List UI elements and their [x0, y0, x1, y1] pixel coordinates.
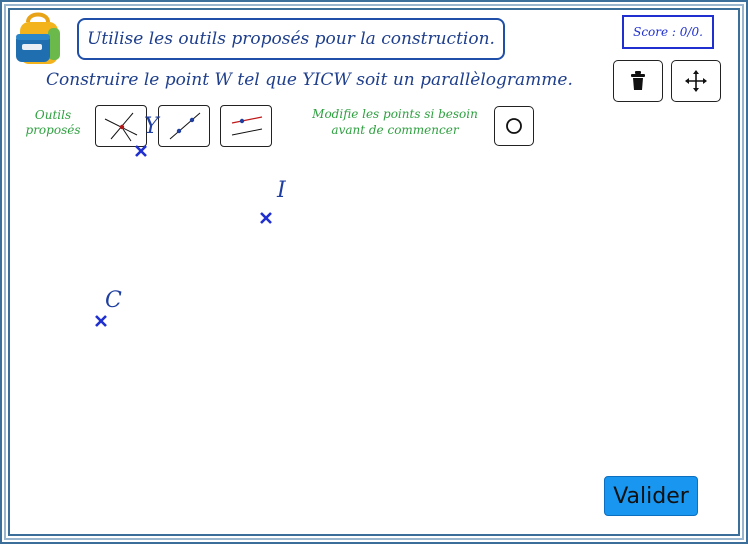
intersection-tool-button[interactable] — [95, 105, 147, 147]
modify-hint-line1: Modifie les points si besoin — [312, 107, 478, 121]
parallel-tool-button[interactable] — [220, 105, 272, 147]
line-two-points-icon — [169, 112, 201, 140]
tools-label-line1: Outils — [34, 108, 72, 122]
modify-points-button[interactable] — [494, 106, 534, 146]
score-text: Score : 0/0. — [633, 25, 703, 39]
point-y-marker[interactable] — [133, 143, 149, 159]
task-statement: Construire le point W tel que YICW soit … — [46, 70, 573, 90]
cross-marker-icon — [95, 315, 107, 327]
validate-button[interactable]: Valider — [604, 476, 698, 516]
delete-button[interactable] — [613, 60, 663, 102]
tools-label-line2: proposés — [25, 123, 81, 137]
line-tool-button[interactable] — [158, 105, 210, 147]
score-box: Score : 0/0. — [622, 15, 714, 49]
intersecting-lines-icon — [104, 112, 138, 142]
move-arrows-icon — [685, 70, 707, 92]
instruction-box: Utilise les outils proposés pour la cons… — [77, 18, 505, 60]
point-i-marker[interactable] — [258, 210, 274, 226]
move-button[interactable] — [671, 60, 721, 102]
point-y-label: Y — [144, 114, 159, 139]
point-c-marker[interactable] — [93, 313, 109, 329]
cross-marker-icon — [135, 145, 147, 157]
backpack-logo-icon — [14, 10, 64, 66]
circle-icon — [506, 118, 522, 134]
cross-marker-icon — [260, 212, 272, 224]
point-i-label: I — [277, 178, 286, 203]
trash-icon — [631, 71, 645, 90]
instruction-text: Utilise les outils proposés pour la cons… — [87, 29, 495, 49]
parallel-lines-icon — [231, 116, 263, 136]
tools-label: Outils proposés — [22, 108, 84, 138]
point-c-label: C — [105, 288, 122, 313]
modify-hint-line2: avant de commencer — [331, 123, 459, 137]
modify-points-hint: Modifie les points si besoin avant de co… — [300, 106, 490, 138]
